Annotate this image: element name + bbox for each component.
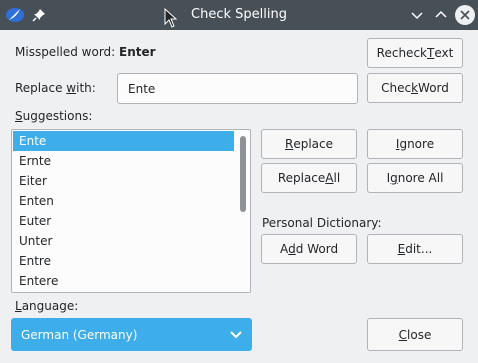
minimize-button[interactable] — [407, 5, 427, 25]
replace-with-input[interactable] — [117, 73, 358, 104]
misspelled-word-label: Misspelled word: — [15, 45, 116, 59]
close-icon — [460, 10, 470, 20]
language-label: Language: — [15, 299, 79, 313]
edit-dictionary-button[interactable]: Edit... — [367, 234, 463, 264]
replace-button[interactable]: Replace — [261, 129, 357, 159]
list-scrollbar[interactable] — [240, 136, 246, 212]
add-word-button[interactable]: Add Word — [261, 234, 357, 264]
list-item[interactable]: Unter — [13, 231, 234, 251]
recheck-text-button[interactable]: Recheck Text — [367, 38, 463, 68]
check-word-button[interactable]: Chec k Word — [367, 73, 463, 103]
replace-with-label: Replace with: — [15, 81, 96, 95]
language-select-value: German (Germany) — [21, 327, 138, 342]
title-bar: Check Spelling — [0, 0, 478, 30]
list-item[interactable]: Entre — [13, 251, 234, 271]
chevron-down-icon — [411, 12, 423, 20]
list-item[interactable]: Ente — [13, 131, 234, 151]
mouse-cursor-icon — [164, 7, 178, 31]
list-item[interactable]: Enten — [13, 191, 234, 211]
replace-all-button[interactable]: Replace All — [261, 163, 357, 193]
list-item[interactable]: Eiter — [13, 171, 234, 191]
ignore-button[interactable]: Ignore — [367, 129, 463, 159]
close-window-button[interactable] — [455, 5, 475, 25]
personal-dictionary-label: Personal Dictionary: — [262, 216, 382, 230]
misspelled-word-value: Enter — [119, 45, 156, 59]
suggestions-label: Suggestions: — [15, 109, 93, 123]
ignore-all-button[interactable]: Ig nore All — [367, 163, 463, 193]
list-item[interactable]: Entere — [13, 271, 234, 291]
list-item[interactable]: Ernte — [13, 151, 234, 171]
close-button[interactable]: Close — [367, 318, 463, 351]
maximize-button[interactable] — [431, 5, 451, 25]
list-item[interactable]: Euter — [13, 211, 234, 231]
chevron-down-icon — [230, 328, 242, 343]
chevron-up-icon — [435, 10, 447, 18]
language-select[interactable]: German (Germany) — [11, 318, 252, 351]
suggestions-list[interactable]: Ente Ernte Eiter Enten Euter Unter Entre… — [11, 129, 251, 293]
